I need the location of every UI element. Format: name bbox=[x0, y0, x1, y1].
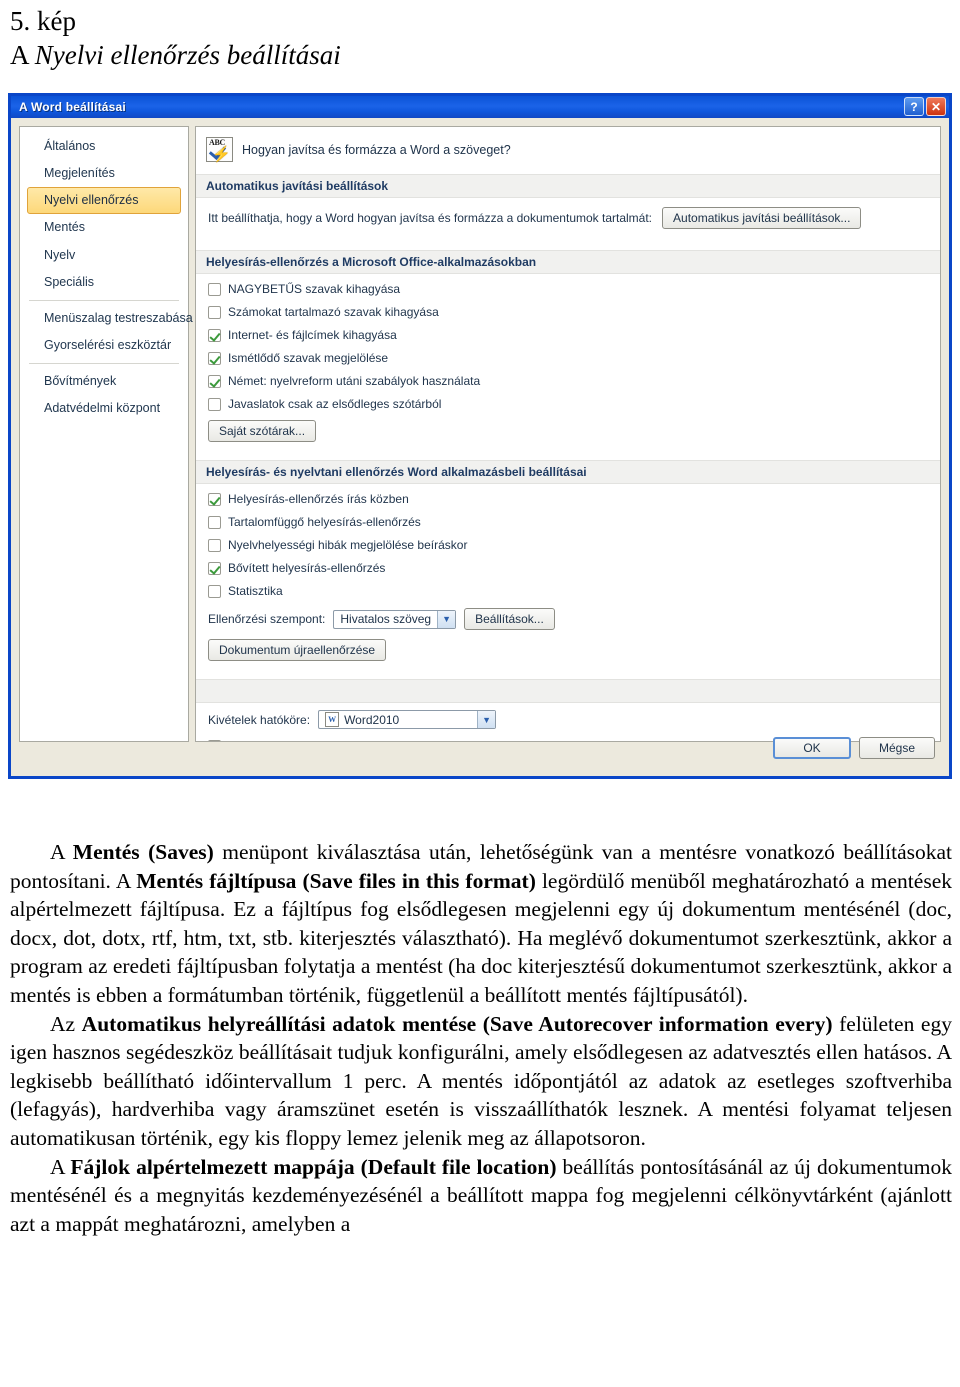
cancel-button[interactable]: Mégse bbox=[859, 737, 935, 759]
sidebar-item-gyorseleresi[interactable]: Gyorselérési eszköztár bbox=[27, 332, 181, 359]
sidebar-item-mentes[interactable]: Mentés bbox=[27, 214, 181, 241]
checkbox-grammar-as-you-type[interactable] bbox=[208, 538, 221, 552]
autocorrect-options-button[interactable]: Automatikus javítási beállítások... bbox=[662, 207, 862, 229]
sidebar-divider-1 bbox=[29, 299, 179, 301]
figure-title-line: A Nyelvi ellenőrzés beállításai bbox=[10, 39, 960, 71]
p1-part-a: A bbox=[50, 840, 73, 864]
writing-style-select[interactable]: Hivatalos szöveg ▼ bbox=[333, 609, 457, 629]
checkbox-row-main-dictionary[interactable]: Javaslatok csak az elsődleges szótárból bbox=[208, 397, 940, 411]
sidebar-item-nyelv[interactable]: Nyelv bbox=[27, 242, 181, 269]
sidebar-item-bovitmenyek[interactable]: Bővítmények bbox=[27, 368, 181, 395]
sidebar-item-altalanos[interactable]: Általános bbox=[27, 133, 181, 160]
p2-part-a: Az bbox=[50, 1011, 82, 1036]
checkbox-statistics[interactable] bbox=[208, 584, 221, 598]
autocorrect-row: Itt beállíthatja, hogy a Word hogyan jav… bbox=[196, 198, 940, 238]
section-heading-office-spelling: Helyesírás-ellenőrzés a Microsoft Office… bbox=[196, 250, 940, 274]
close-icon[interactable]: ✕ bbox=[926, 97, 946, 116]
paragraph-3: A Fájlok alpértelmezett mappája (Default… bbox=[10, 1153, 952, 1239]
abc-spellcheck-icon: ABC ⚡ bbox=[206, 137, 233, 162]
checkbox-label-repeated: Ismétlődő szavak megjelölése bbox=[228, 351, 389, 365]
checkbox-row-german[interactable]: Német: nyelvreform utáni szabályok haszn… bbox=[208, 374, 940, 388]
word-options-dialog: A Word beállításai ? ✕ Általános Megjele… bbox=[8, 93, 952, 779]
writing-style-label: Ellenőrzési szempont: bbox=[208, 612, 326, 626]
checkbox-label-contextual: Tartalomfüggő helyesírás-ellenőrzés bbox=[228, 515, 421, 529]
checkbox-internet[interactable] bbox=[208, 328, 221, 342]
sidebar-item-specialis[interactable]: Speciális bbox=[27, 269, 181, 296]
lightning-bolt-icon: ⚡ bbox=[212, 146, 231, 163]
checkbox-label-main-dictionary: Javaslatok csak az elsődleges szótárból bbox=[228, 397, 442, 411]
checkbox-grammar-with-spelling[interactable] bbox=[208, 561, 221, 575]
titlebar-buttons: ? ✕ bbox=[904, 97, 946, 116]
checkbox-row-check-as-you-type[interactable]: Helyesírás-ellenőrzés írás közben bbox=[208, 492, 940, 506]
dialog-title: A Word beállításai bbox=[19, 100, 126, 114]
checkbox-row-grammar-as-you-type[interactable]: Nyelvhelyességi hibák megjelölése beírás… bbox=[208, 538, 940, 552]
checkbox-label-numbers: Számokat tartalmazó szavak kihagyása bbox=[228, 305, 439, 319]
checkbox-repeated[interactable] bbox=[208, 351, 221, 365]
sidebar-item-nyelvi-ellenorzes[interactable]: Nyelvi ellenőrzés bbox=[27, 187, 181, 215]
intro-row: ABC ⚡ Hogyan javítsa és formázza a Word … bbox=[196, 127, 940, 162]
word-spelling-body: Helyesírás-ellenőrzés írás közben Tartal… bbox=[196, 484, 940, 667]
figure-number-text: 5. kép bbox=[10, 6, 76, 36]
sidebar-item-adatvedelmi[interactable]: Adatvédelmi központ bbox=[27, 395, 181, 422]
checkbox-contextual[interactable] bbox=[208, 515, 221, 529]
dialog-sidebar: Általános Megjelenítés Nyelvi ellenőrzés… bbox=[19, 126, 193, 742]
sidebar-divider-2 bbox=[29, 363, 179, 364]
paragraph-2: Az Automatikus helyreállítási adatok men… bbox=[10, 1010, 952, 1153]
p1-bold-2: Mentés fájltípusa (Save files in this fo… bbox=[136, 868, 536, 893]
help-icon[interactable]: ? bbox=[904, 97, 924, 116]
dialog-body: Általános Megjelenítés Nyelvi ellenőrzés… bbox=[11, 118, 949, 776]
section-heading-word-spelling: Helyesírás- és nyelvtani ellenőrzés Word… bbox=[196, 460, 940, 484]
section-heading-exceptions bbox=[196, 679, 940, 703]
autocorrect-description: Itt beállíthatja, hogy a Word hogyan jav… bbox=[208, 211, 653, 225]
checkbox-row-internet[interactable]: Internet- és fájlcímek kihagyása bbox=[208, 328, 940, 342]
figure-title-text: Nyelvi ellenőrzés beállításai bbox=[34, 40, 341, 71]
p3-bold: Fájlok alpértelmezett mappája (Default f… bbox=[70, 1154, 557, 1179]
p1-bold-1: Mentés (Saves) bbox=[72, 840, 214, 864]
dialog-titlebar[interactable]: A Word beállításai ? ✕ bbox=[11, 96, 949, 118]
checkbox-label-grammar-as-you-type: Nyelvhelyességi hibák megjelölése beírás… bbox=[228, 538, 468, 552]
writing-style-value: Hivatalos szöveg bbox=[340, 612, 432, 626]
checkbox-label-check-as-you-type: Helyesírás-ellenőrzés írás közben bbox=[228, 492, 409, 506]
figure-title-prefix: A bbox=[10, 40, 35, 71]
checkbox-label-german: Német: nyelvreform utáni szabályok haszn… bbox=[228, 374, 481, 388]
paragraph-1: A Mentés (Saves) menüpont kiválasztása u… bbox=[10, 838, 952, 1010]
sidebar-item-menuszalag[interactable]: Menüszalag testreszabása bbox=[27, 305, 193, 332]
intro-text: Hogyan javítsa és formázza a Word a szöv… bbox=[242, 142, 511, 157]
checkbox-uppercase[interactable] bbox=[208, 282, 221, 296]
p2-bold: Automatikus helyreállítási adatok mentés… bbox=[81, 1011, 833, 1036]
dialog-footer: OK Mégse bbox=[11, 720, 949, 776]
ok-button[interactable]: OK bbox=[773, 737, 851, 759]
figure-number: 5. kép bbox=[10, 6, 960, 37]
checkbox-row-grammar-with-spelling[interactable]: Bővített helyesírás-ellenőrzés bbox=[208, 561, 940, 575]
checkbox-label-uppercase: NAGYBETŰS szavak kihagyása bbox=[228, 282, 401, 296]
checkbox-row-statistics[interactable]: Statisztika bbox=[208, 584, 940, 598]
recheck-document-button[interactable]: Dokumentum újraellenőrzése bbox=[208, 639, 387, 661]
office-spelling-body: NAGYBETŰS szavak kihagyása Számokat tart… bbox=[196, 274, 940, 448]
checkbox-row-uppercase[interactable]: NAGYBETŰS szavak kihagyása bbox=[208, 282, 940, 296]
section-heading-autocorrect: Automatikus javítási beállítások bbox=[196, 174, 940, 198]
dialog-content-pane: ABC ⚡ Hogyan javítsa és formázza a Word … bbox=[195, 126, 941, 742]
checkbox-numbers[interactable] bbox=[208, 305, 221, 319]
checkbox-row-contextual[interactable]: Tartalomfüggő helyesírás-ellenőrzés bbox=[208, 515, 940, 529]
checkbox-label-grammar-with-spelling: Bővített helyesírás-ellenőrzés bbox=[228, 561, 386, 575]
p3-part-a: A bbox=[50, 1154, 71, 1179]
checkbox-label-internet: Internet- és fájlcímek kihagyása bbox=[228, 328, 397, 342]
grammar-settings-button[interactable]: Beállítások... bbox=[464, 608, 555, 630]
checkbox-row-repeated[interactable]: Ismétlődő szavak megjelölése bbox=[208, 351, 940, 365]
chevron-down-icon[interactable]: ▼ bbox=[437, 610, 456, 628]
body-text: A Mentés (Saves) menüpont kiválasztása u… bbox=[10, 838, 952, 1238]
checkbox-label-statistics: Statisztika bbox=[228, 584, 283, 598]
sidebar-item-megjelenites[interactable]: Megjelenítés bbox=[27, 160, 181, 187]
custom-dictionaries-button[interactable]: Saját szótárak... bbox=[208, 420, 317, 442]
checkbox-german[interactable] bbox=[208, 374, 221, 388]
writing-style-row: Ellenőrzési szempont: Hivatalos szöveg ▼… bbox=[208, 608, 940, 630]
figure-caption: 5. kép A Nyelvi ellenőrzés beállításai bbox=[0, 0, 960, 71]
checkbox-main-dictionary[interactable] bbox=[208, 397, 221, 411]
page-root: 5. kép A Nyelvi ellenőrzés beállításai A… bbox=[0, 0, 960, 1387]
checkbox-check-as-you-type[interactable] bbox=[208, 492, 221, 506]
checkbox-row-numbers[interactable]: Számokat tartalmazó szavak kihagyása bbox=[208, 305, 940, 319]
